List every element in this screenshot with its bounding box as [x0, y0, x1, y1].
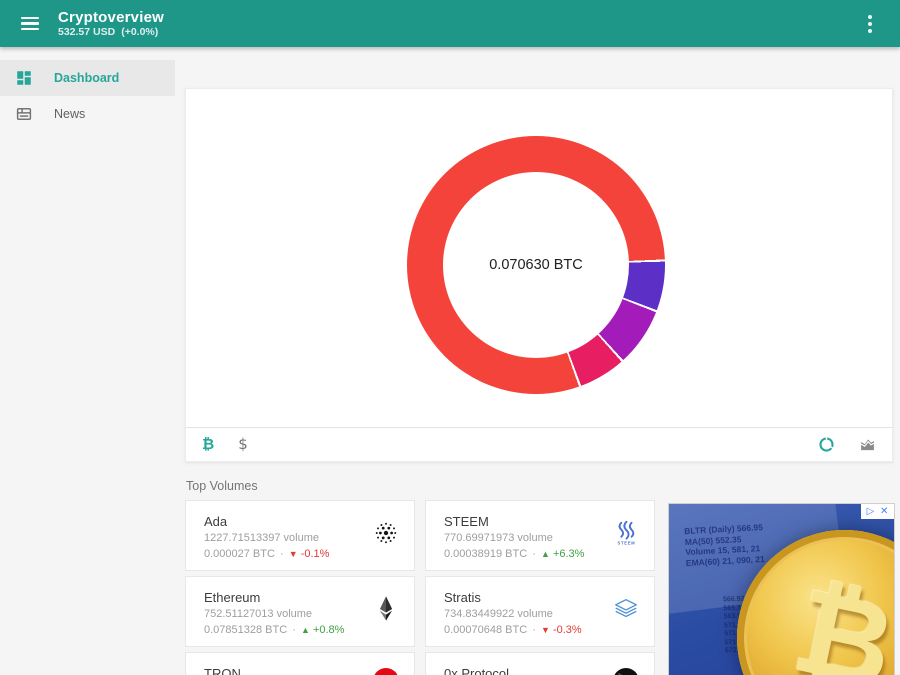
coin-volume: 770.69971973 volume: [444, 532, 638, 545]
kebab-vertical-icon[interactable]: [860, 0, 880, 47]
coin-price-line: 0.000027 BTC · ▼ -0.1%: [204, 548, 398, 561]
portfolio-value: 532.57 USD (+0.0%): [58, 26, 164, 38]
adchoices-icon[interactable]: ▷: [867, 507, 875, 517]
ethereum-icon: [372, 595, 400, 623]
coin-price: 0.07851328 BTC: [204, 624, 287, 636]
coin-volume: 734.83449922 volume: [444, 608, 638, 621]
area-chart-view-icon[interactable]: [859, 436, 876, 453]
svg-text:STEEM: STEEM: [618, 541, 636, 546]
coin-change: -0.1%: [301, 548, 330, 560]
coin-name: STEEM: [444, 514, 638, 529]
app-title: Cryptoverview: [58, 9, 164, 26]
tron-icon: [372, 667, 400, 675]
sidebar-item-label: News: [54, 107, 85, 121]
menu-icon[interactable]: [10, 9, 50, 39]
app-header: Cryptoverview 532.57 USD (+0.0%): [0, 0, 900, 47]
coin-price: 0.000027 BTC: [204, 548, 275, 560]
cardano-icon: [372, 519, 400, 547]
coin-name: Ethereum: [204, 590, 398, 605]
volume-card-tron[interactable]: TRON: [185, 652, 415, 675]
coin-name: Ada: [204, 514, 398, 529]
donut-chart[interactable]: 0.070630 BTC: [407, 136, 665, 394]
volume-card-steem[interactable]: STEEM 770.69971973 volume 0.00038919 BTC…: [425, 500, 655, 571]
chart-toolbar: ₿ $: [186, 427, 892, 461]
change-arrow-icon: ▲: [301, 625, 310, 635]
zrx-icon: [612, 667, 640, 675]
coin-price-line: 0.07851328 BTC · ▲ +0.8%: [204, 624, 398, 637]
coin-price: 0.00038919 BTC: [444, 548, 527, 560]
coin-change: +6.3%: [553, 548, 585, 560]
sidebar-item-dashboard[interactable]: Dashboard: [0, 60, 175, 96]
change-arrow-icon: ▼: [289, 549, 298, 559]
portfolio-chart-card: 0.070630 BTC ₿ $: [185, 88, 893, 462]
volume-card-ada[interactable]: Ada 1227.71513397 volume 0.000027 BTC · …: [185, 500, 415, 571]
sidebar-item-label: Dashboard: [54, 71, 119, 85]
coin-name: 0x Protocol: [444, 666, 638, 675]
volume-card-stratis[interactable]: Stratis 734.83449922 volume 0.00070648 B…: [425, 576, 655, 647]
portfolio-change: (+0.0%): [121, 26, 158, 38]
steem-icon: STEEM: [612, 519, 640, 547]
coin-change: -0.3%: [553, 624, 582, 636]
change-arrow-icon: ▲: [541, 549, 550, 559]
coin-change: +0.8%: [313, 624, 345, 636]
coin-volume: 752.51127013 volume: [204, 608, 398, 621]
portfolio-value-usd: 532.57 USD: [58, 26, 115, 38]
dashboard-grid-icon: [15, 69, 33, 87]
change-arrow-icon: ▼: [541, 625, 550, 635]
adchoices-bar: ▷ ✕: [861, 504, 894, 519]
coin-price-line: 0.00038919 BTC · ▲ +6.3%: [444, 548, 638, 561]
sidebar-item-news[interactable]: News: [0, 96, 175, 132]
coin-name: TRON: [204, 666, 398, 675]
top-volumes-heading: Top Volumes: [186, 479, 258, 493]
coin-name: Stratis: [444, 590, 638, 605]
donut-view-icon[interactable]: [818, 436, 835, 453]
advertisement-banner[interactable]: BLTR (Daily) 566.95 MA(50) 552.35 Volume…: [668, 503, 895, 675]
stratis-icon: [612, 595, 640, 623]
bitcoin-unit-icon[interactable]: ₿: [202, 437, 214, 452]
volume-card-0x[interactable]: 0x Protocol: [425, 652, 655, 675]
coin-price: 0.00070648 BTC: [444, 624, 527, 636]
coin-volume: 1227.71513397 volume: [204, 532, 398, 545]
volume-card-ethereum[interactable]: Ethereum 752.51127013 volume 0.07851328 …: [185, 576, 415, 647]
usd-unit-icon[interactable]: $: [238, 437, 248, 452]
newspaper-icon: [15, 105, 33, 123]
header-title-block: Cryptoverview 532.57 USD (+0.0%): [58, 9, 164, 38]
donut-center-label: 0.070630 BTC: [407, 136, 665, 394]
top-volumes-grid: Ada 1227.71513397 volume 0.000027 BTC · …: [185, 500, 655, 675]
ad-close-icon[interactable]: ✕: [880, 507, 888, 517]
bitcoin-coin-image: ₿: [737, 530, 895, 675]
coin-price-line: 0.00070648 BTC · ▼ -0.3%: [444, 624, 638, 637]
